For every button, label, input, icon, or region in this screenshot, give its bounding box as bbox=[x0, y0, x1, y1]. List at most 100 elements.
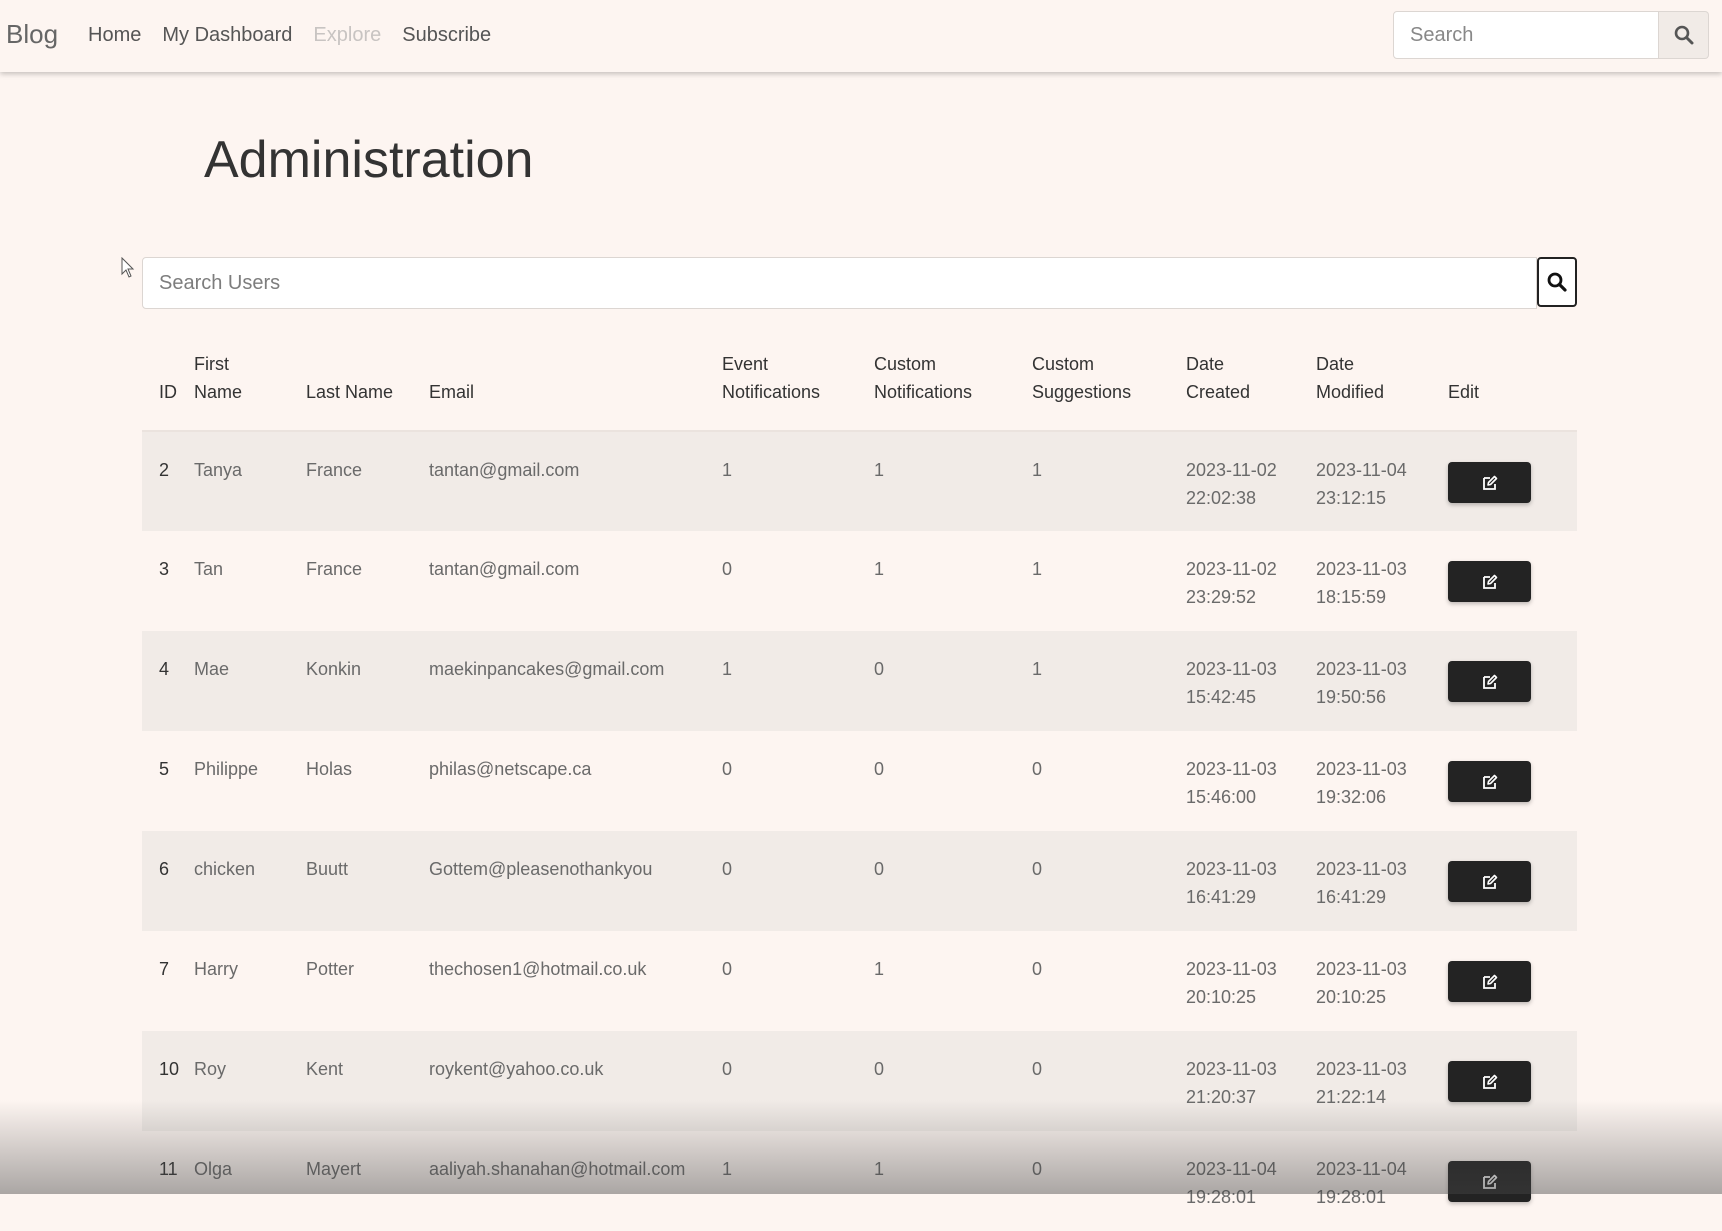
cell-custom-notifications: 0 bbox=[874, 859, 885, 879]
cell-edit bbox=[1448, 831, 1577, 931]
cell-custom-suggestions: 1 bbox=[1032, 659, 1043, 679]
cell-last-name: Buutt bbox=[306, 859, 349, 879]
cell-first-name: Philippe bbox=[194, 759, 259, 779]
cell-id: 10 bbox=[159, 1059, 180, 1079]
brand-logo[interactable]: Blog bbox=[6, 19, 58, 50]
cell-custom-suggestions: 0 bbox=[1032, 759, 1043, 779]
cell-custom-notifications: 1 bbox=[874, 460, 885, 480]
date-modified-time: 19:50:56 bbox=[1316, 687, 1387, 707]
edit-button[interactable] bbox=[1448, 1161, 1531, 1202]
cell-edit bbox=[1448, 931, 1577, 1031]
cell-email: philas@netscape.ca bbox=[429, 759, 592, 779]
edit-icon bbox=[1482, 674, 1497, 689]
cell-custom-suggestions: 0 bbox=[1032, 1159, 1043, 1179]
header-search-input[interactable] bbox=[1393, 11, 1659, 59]
cell-last-name: Kent bbox=[306, 1059, 344, 1079]
cell-email: tantan@gmail.com bbox=[429, 460, 580, 480]
date-created-day: 2023-11-03 bbox=[1186, 959, 1277, 979]
cell-first-name: Harry bbox=[194, 959, 238, 979]
header-search bbox=[1393, 11, 1709, 59]
cell-date-modified: 2023-11-04 23:12:15 bbox=[1316, 431, 1448, 531]
cell-id: 7 bbox=[159, 959, 170, 979]
edit-button[interactable] bbox=[1448, 961, 1531, 1002]
date-created-time: 15:42:45 bbox=[1186, 687, 1257, 707]
date-created-time: 20:10:25 bbox=[1186, 987, 1257, 1007]
date-created-time: 23:29:52 bbox=[1186, 587, 1257, 607]
cell-id: 11 bbox=[159, 1159, 178, 1179]
cell-custom-suggestions: 1 bbox=[1032, 559, 1043, 579]
date-modified-time: 23:12:15 bbox=[1316, 488, 1387, 508]
nav-link-home[interactable]: Home bbox=[88, 24, 141, 47]
cell-custom-notifications: 0 bbox=[874, 1059, 885, 1079]
edit-icon bbox=[1482, 874, 1497, 889]
header-id: ID bbox=[142, 320, 194, 432]
cell-id: 3 bbox=[159, 559, 170, 579]
user-search-input[interactable] bbox=[142, 257, 1537, 309]
users-table-body: 2 Tanya France tantan@gmail.com 1 1 1 2023-11-0… bbox=[142, 431, 1577, 1231]
user-search-button[interactable] bbox=[1537, 257, 1577, 307]
date-modified-day: 2023-11-03 bbox=[1316, 559, 1407, 579]
header-first-name: First Name bbox=[194, 320, 306, 432]
nav-link-subscribe[interactable]: Subscribe bbox=[402, 24, 491, 47]
date-modified-day: 2023-11-04 bbox=[1316, 1159, 1407, 1179]
cell-first-name: Tanya bbox=[194, 460, 243, 480]
cell-id: 6 bbox=[159, 859, 170, 879]
date-created-day: 2023-11-03 bbox=[1186, 659, 1277, 679]
nav-links: Home My Dashboard Explore Subscribe bbox=[88, 24, 491, 47]
cell-date-created: 2023-11-02 22:02:38 bbox=[1186, 431, 1316, 531]
cell-event-notifications: 0 bbox=[722, 859, 733, 879]
cell-event-notifications: 0 bbox=[722, 1059, 733, 1079]
cell-edit bbox=[1448, 631, 1577, 731]
cell-custom-suggestions: 1 bbox=[1032, 460, 1043, 480]
date-modified-day: 2023-11-03 bbox=[1316, 659, 1407, 679]
header-custom-notifications: Custom Notifications bbox=[874, 320, 1032, 432]
header-date-created-label: Date Created bbox=[1186, 354, 1251, 402]
cell-id: 4 bbox=[159, 659, 170, 679]
edit-button[interactable] bbox=[1448, 761, 1531, 802]
cell-date-modified: 2023-11-03 18:15:59 bbox=[1316, 531, 1448, 631]
cell-last-name: France bbox=[306, 559, 363, 579]
date-modified-time: 19:32:06 bbox=[1316, 787, 1387, 807]
cell-custom-suggestions: 0 bbox=[1032, 1059, 1043, 1079]
cell-edit bbox=[1448, 1131, 1577, 1231]
cell-email: tantan@gmail.com bbox=[429, 559, 580, 579]
cell-date-modified: 2023-11-03 20:10:25 bbox=[1316, 931, 1448, 1031]
mouse-cursor-icon bbox=[121, 257, 135, 278]
header-search-button[interactable] bbox=[1659, 11, 1709, 59]
cell-date-created: 2023-11-03 16:41:29 bbox=[1186, 831, 1316, 931]
date-created-time: 22:02:38 bbox=[1186, 488, 1257, 508]
header-custom-suggestions-label: Custom Suggestions bbox=[1032, 354, 1132, 402]
cell-event-notifications: 0 bbox=[722, 559, 733, 579]
cell-event-notifications: 1 bbox=[722, 1159, 733, 1179]
edit-button[interactable] bbox=[1448, 561, 1531, 602]
header-email: Email bbox=[429, 320, 722, 432]
cell-first-name: chicken bbox=[194, 859, 256, 879]
cell-date-created: 2023-11-02 23:29:52 bbox=[1186, 531, 1316, 631]
table-row: 3 Tan France tantan@gmail.com 0 1 1 2023-11-02 2… bbox=[142, 531, 1577, 631]
cell-edit bbox=[1448, 531, 1577, 631]
user-search bbox=[142, 257, 1577, 309]
date-created-day: 2023-11-03 bbox=[1186, 859, 1277, 879]
edit-icon bbox=[1482, 1074, 1497, 1089]
edit-button[interactable] bbox=[1448, 1061, 1531, 1102]
edit-icon bbox=[1482, 774, 1497, 789]
date-modified-day: 2023-11-04 bbox=[1316, 460, 1407, 480]
cell-email: roykent@yahoo.co.uk bbox=[429, 1059, 604, 1079]
cell-date-created: 2023-11-03 21:20:37 bbox=[1186, 1031, 1316, 1131]
nav-link-my-dashboard[interactable]: My Dashboard bbox=[162, 24, 292, 47]
header-custom-notifications-label: Custom Notifications bbox=[874, 354, 973, 402]
cell-date-modified: 2023-11-03 21:22:14 bbox=[1316, 1031, 1448, 1131]
cell-date-created: 2023-11-03 20:10:25 bbox=[1186, 931, 1316, 1031]
cell-email: aaliyah.shanahan@hotmail.com bbox=[429, 1159, 686, 1179]
cell-edit bbox=[1448, 731, 1577, 831]
header-event-notifications-label: Event Notifications bbox=[722, 354, 821, 402]
cell-first-name: Olga bbox=[194, 1159, 233, 1179]
cell-custom-notifications: 0 bbox=[874, 659, 885, 679]
edit-button[interactable] bbox=[1448, 861, 1531, 902]
table-row: 7 Harry Potter thechosen1@hotmail.co.uk 0 1 0 2… bbox=[142, 931, 1577, 1031]
date-modified-day: 2023-11-03 bbox=[1316, 1059, 1407, 1079]
edit-button[interactable] bbox=[1448, 462, 1531, 503]
date-modified-day: 2023-11-03 bbox=[1316, 959, 1407, 979]
date-modified-time: 18:15:59 bbox=[1316, 587, 1387, 607]
edit-button[interactable] bbox=[1448, 661, 1531, 702]
